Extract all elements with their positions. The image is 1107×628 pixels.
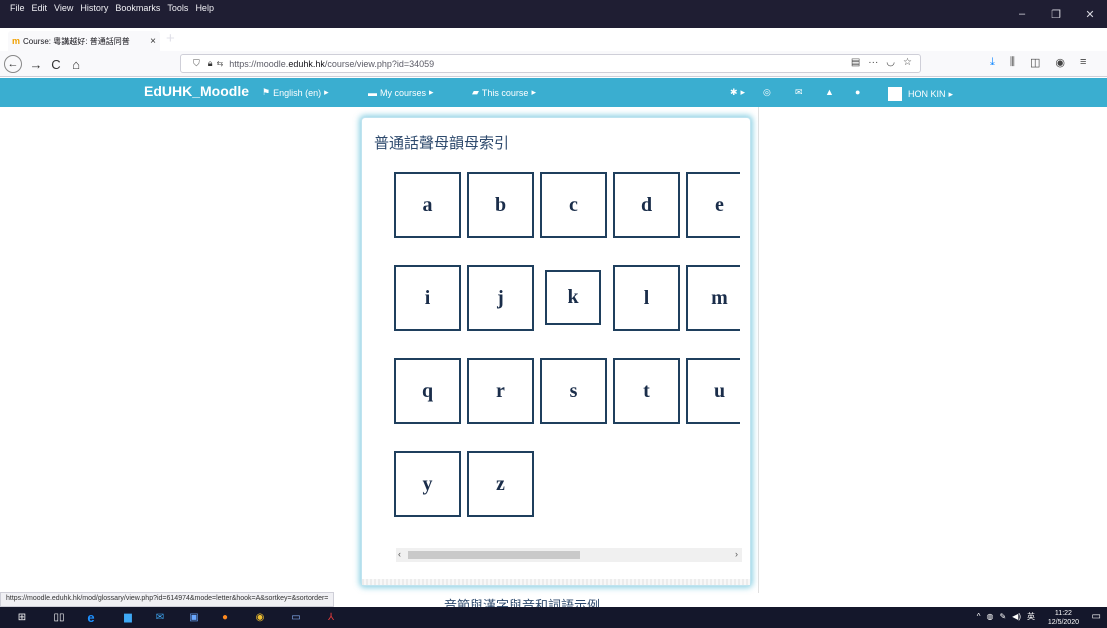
task-view-icon[interactable]: ▯▯ [52,611,66,624]
tab-title: Course: 粵講越好: 普通話同普 [23,36,130,46]
download-icon[interactable]: ⤓ [990,56,995,69]
menu-list: File Edit View History Bookmarks Tools Help [10,3,214,13]
menu-item-edit[interactable]: Edit [32,3,48,13]
mail-icon[interactable]: ✉ [153,611,167,624]
clock[interactable]: 11:22 12/5/2020 [1048,609,1079,627]
glossary-letter-m[interactable]: m [686,265,740,331]
restore-button[interactable]: ❐ [1039,0,1073,28]
window-controls: – ❐ ✕ [1005,0,1107,28]
reader-view-icon[interactable]: ▤ [851,57,860,68]
glossary-letter-d[interactable]: d [613,172,680,238]
language-menu[interactable]: ⚑ English (en) ▸ [262,87,329,98]
glossary-letter-z[interactable]: z [467,451,534,517]
tray-expand-icon[interactable]: ^ [977,612,981,621]
card-footer-strip [362,579,750,585]
glossary-letter-a[interactable]: a [394,172,461,238]
glossary-letter-t[interactable]: t [613,358,680,424]
glossary-letter-s[interactable]: s [540,358,607,424]
flag-icon: ⚑ [262,87,271,97]
page-content: 普通話聲母韻母索引 abcdeijklmqrstuyz ‹ › 音節與漢字與音和… [0,107,1107,614]
calculator-icon[interactable]: ▣ [187,611,201,624]
firefox-icon[interactable]: ● [218,611,232,624]
user-menu[interactable]: HON KIN ▸ [888,87,953,101]
ime-indicator[interactable]: 英 [1027,611,1035,622]
back-button[interactable]: ← [4,55,22,73]
notification-icon[interactable]: ▭ [1092,611,1101,622]
pocket-icon[interactable]: ◡ [886,57,895,68]
horizontal-scrollbar[interactable]: ‹ › [396,548,742,562]
menu-item-view[interactable]: View [54,3,73,13]
library-icon[interactable]: ⫼ [1010,56,1015,69]
menu-item-file[interactable]: File [10,3,25,13]
scrollbar-thumb[interactable] [408,551,580,559]
windows-start-icon[interactable]: ⊞ [15,611,29,624]
this-course-menu[interactable]: ▰ This course ▸ [472,87,536,98]
glossary-letter-j[interactable]: j [467,265,534,331]
avatar [888,87,902,101]
volume-icon[interactable]: ◀) [1012,612,1021,621]
gear-icon: ✱ [730,87,738,97]
letter-grid: abcde ijklm qrstu yz [394,172,740,532]
glossary-letter-y[interactable]: y [394,451,461,517]
page-actions-icon[interactable]: ··· [868,57,878,68]
tab-close-icon[interactable]: × [150,36,156,47]
windows-taskbar: ⊞ ▯▯ e ▆ ✉ ▣ ● ◉ ▭ ⅄ ^ ◍ ✎ ◀) 英 11:22 12… [0,607,1107,628]
column-divider [758,107,759,593]
chat-bubble-icon[interactable]: ● [855,87,860,97]
moodle-favicon-icon: m [12,36,21,46]
book-icon: ▰ [472,87,479,97]
home-button[interactable]: ⌂ [66,55,86,73]
menu-icon[interactable]: ≡ [1080,56,1086,69]
network-icon[interactable]: ◍ [986,612,993,621]
notifications-bell-icon[interactable]: ▲ [825,87,834,97]
settings-menu[interactable]: ✱ ▸ [730,87,745,98]
scroll-right-icon[interactable]: › [735,549,738,559]
glossary-letter-b[interactable]: b [467,172,534,238]
moodle-navbar: EdUHK_Moodle ⚑ English (en) ▸ ▬ My course… [0,78,1107,107]
help-icon[interactable]: ◎ [763,87,771,98]
messages-icon[interactable]: ✉ [795,87,803,98]
menu-bar: File Edit View History Bookmarks Tools Help – … [0,0,1107,28]
edge-icon[interactable]: e [84,610,98,625]
glossary-letter-i[interactable]: i [394,265,461,331]
forward-button[interactable]: → [26,55,46,73]
lock-icon[interactable]: 🔒︎ [208,58,213,69]
menu-item-bookmarks[interactable]: Bookmarks [115,3,160,13]
browser-tab[interactable]: m Course: 粵講越好: 普通話同普 × [8,31,160,51]
glossary-letter-c[interactable]: c [540,172,607,238]
account-icon[interactable]: ◉ [1055,56,1065,69]
glossary-letter-k[interactable]: k [545,270,601,325]
store-icon[interactable]: ▆ [121,611,135,624]
glossary-letter-e[interactable]: e [686,172,740,238]
glossary-index-card: 普通話聲母韻母索引 abcde ijklm qrstu yz ‹ › [361,117,751,586]
url-text[interactable]: https://moodle.eduhk.hk/course/view.php?… [229,59,434,69]
url-bar[interactable]: ⛉ 🔒︎ ⇆ https://moodle.eduhk.hk/course/vi… [180,54,921,73]
acrobat-icon[interactable]: ⅄ [324,611,338,624]
reload-button[interactable]: C [46,55,66,73]
glossary-heading: 普通話聲母韻母索引 [374,134,510,152]
glossary-letter-l[interactable]: l [613,265,680,331]
permissions-icon[interactable]: ⇆ [217,59,224,68]
glossary-letter-r[interactable]: r [467,358,534,424]
glossary-letter-u[interactable]: u [686,358,740,424]
navigation-bar: ← → C ⌂ ⛉ 🔒︎ ⇆ https://moodle.eduhk.hk/c… [0,51,1107,77]
pen-icon[interactable]: ✎ [999,612,1006,621]
scroll-left-icon[interactable]: ‹ [398,549,401,559]
link-status-bar: https://moodle.eduhk.hk/mod/glossary/vie… [0,592,335,607]
menu-item-tools[interactable]: Tools [167,3,188,13]
graduation-cap-icon: ▬ [368,87,377,98]
bookmark-star-icon[interactable]: ☆ [903,57,912,68]
site-brand[interactable]: EdUHK_Moodle [144,83,249,99]
shield-icon[interactable]: ⛉ [193,58,200,69]
menu-item-help[interactable]: Help [195,3,214,13]
close-window-button[interactable]: ✕ [1073,0,1107,28]
chrome-icon[interactable]: ◉ [253,611,267,624]
new-tab-button[interactable]: + [166,30,175,47]
menu-item-history[interactable]: History [80,3,108,13]
minimize-button[interactable]: – [1005,0,1039,28]
my-courses-menu[interactable]: ▬ My courses ▸ [368,87,434,98]
glossary-letter-q[interactable]: q [394,358,461,424]
sidebar-icon[interactable]: ◫ [1030,56,1040,69]
monitor-app-icon[interactable]: ▭ [289,611,303,624]
